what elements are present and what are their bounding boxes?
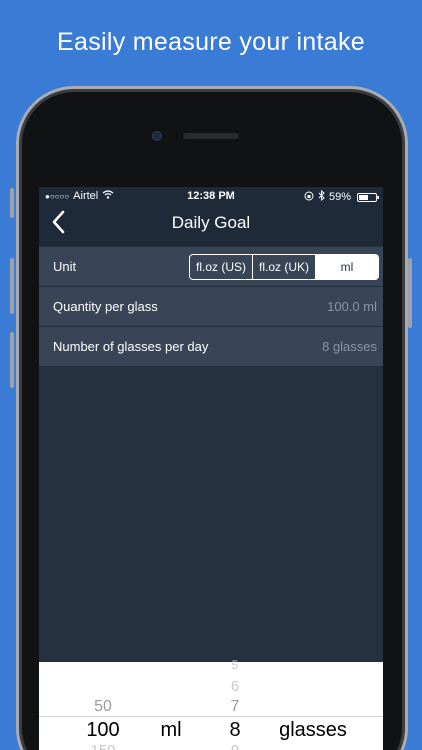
glasses-label: Number of glasses per day xyxy=(53,339,209,354)
battery-percent: 59% xyxy=(328,191,351,203)
picker-glasses-above1[interactable]: 6 xyxy=(225,678,245,695)
unit-option-ml[interactable]: ml xyxy=(316,255,378,279)
volume-up-button xyxy=(10,258,14,314)
battery-icon xyxy=(357,192,379,202)
unit-option-floz-uk[interactable]: fl.oz (UK) xyxy=(253,255,316,279)
power-button xyxy=(408,258,412,328)
picker-selection-top-line xyxy=(39,716,383,717)
quantity-value: 100.0 ml xyxy=(327,299,377,314)
picker-quantity-above[interactable]: 50 xyxy=(83,698,123,716)
picker-glasses-label: glasses xyxy=(279,719,347,741)
quantity-label: Quantity per glass xyxy=(53,299,158,314)
unit-segmented-control[interactable]: fl.oz (US) fl.oz (UK) ml xyxy=(189,254,379,280)
unit-row: Unit fl.oz (US) fl.oz (UK) ml xyxy=(39,247,383,287)
quantity-row[interactable]: Quantity per glass 100.0 ml xyxy=(39,287,383,327)
page-title: Daily Goal xyxy=(171,213,251,232)
bluetooth-icon xyxy=(318,189,325,204)
headline: Easily measure your intake xyxy=(57,28,365,56)
picker-quantity-below[interactable]: 150 xyxy=(83,742,123,750)
picker-quantity-selected[interactable]: 100 xyxy=(79,719,127,742)
picker-glasses-selected[interactable]: 8 xyxy=(225,719,245,742)
value-picker[interactable]: 50 100 150 ml 5 6 7 8 9 glasses xyxy=(39,658,383,750)
earpiece-speaker xyxy=(183,133,239,139)
status-bar: ●○○○○ Airtel 12:38 PM 59% xyxy=(39,187,383,206)
navigation-bar: Daily Goal xyxy=(39,206,383,246)
glasses-value: 8 glasses xyxy=(322,339,377,354)
front-camera xyxy=(152,131,162,141)
picker-unit-label: ml xyxy=(160,719,182,741)
unit-label: Unit xyxy=(53,259,77,274)
glasses-row[interactable]: Number of glasses per day 8 glasses xyxy=(39,327,383,367)
picker-glasses-above2[interactable]: 5 xyxy=(225,658,245,672)
mute-switch xyxy=(10,188,14,218)
picker-glasses-above0[interactable]: 7 xyxy=(225,698,245,716)
picker-glasses-below[interactable]: 9 xyxy=(225,742,245,750)
volume-down-button xyxy=(10,332,14,388)
unit-option-floz-us[interactable]: fl.oz (US) xyxy=(190,255,253,279)
phone-screen: ●○○○○ Airtel 12:38 PM 59% Daily Goal Uni… xyxy=(39,187,383,750)
orientation-lock-icon xyxy=(304,191,314,204)
